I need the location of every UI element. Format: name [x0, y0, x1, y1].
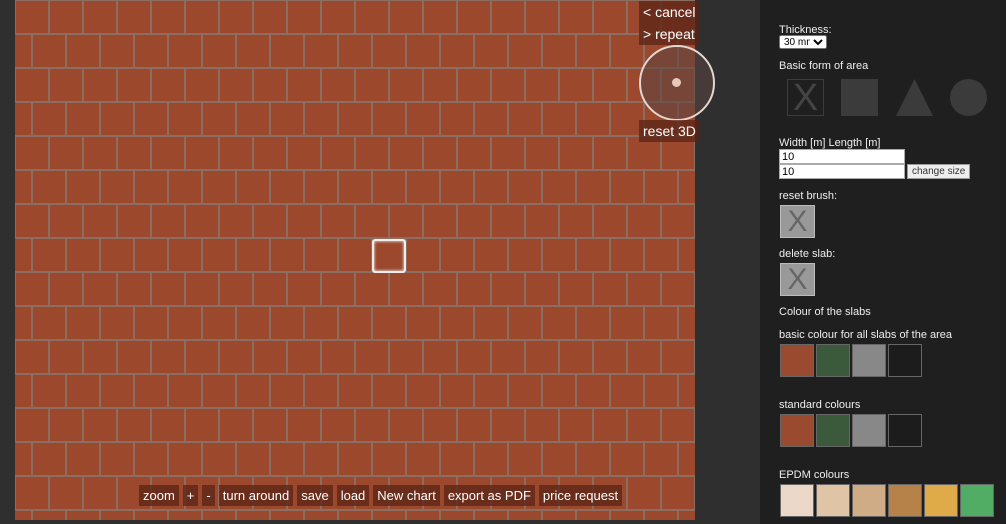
reset-brush-button[interactable]: X — [780, 205, 815, 238]
square-icon[interactable] — [841, 79, 878, 116]
colour-heading: Colour of the slabs — [779, 306, 871, 318]
reset-3d-button[interactable]: reset 3D — [639, 120, 700, 142]
epdm-colour-swatch[interactable] — [816, 484, 850, 517]
form-label: Basic form of area — [779, 60, 869, 72]
width-input[interactable] — [779, 149, 905, 164]
load-button[interactable]: load — [336, 485, 370, 506]
delete-slab-button[interactable]: X — [780, 263, 815, 296]
change-size-button[interactable]: change size — [907, 164, 971, 179]
zoom-button[interactable]: zoom — [139, 485, 179, 506]
epdm-colour-swatch[interactable] — [852, 484, 886, 517]
epdm-colour-swatch[interactable] — [960, 484, 994, 517]
length-input[interactable] — [779, 164, 905, 179]
turn-around-button[interactable]: turn around — [218, 485, 294, 506]
basic-colour-swatch[interactable] — [816, 344, 850, 377]
delete-slab-label: delete slab: — [779, 248, 836, 260]
thickness-select[interactable]: 30 mm — [779, 35, 827, 49]
basic-colour-swatch[interactable] — [780, 344, 814, 377]
standard-colour-swatch[interactable] — [852, 414, 886, 447]
new-chart-button[interactable]: New chart — [373, 485, 440, 506]
standard-colour-swatch[interactable] — [888, 414, 922, 447]
zoom-out-button[interactable]: - — [202, 485, 215, 506]
rotate-3d-joystick[interactable] — [639, 45, 715, 121]
price-request-button[interactable]: price request — [538, 485, 623, 506]
basic-colour-label: basic colour for all slabs of the area — [779, 329, 953, 341]
standard-colour-label: standard colours — [779, 399, 861, 411]
save-button[interactable]: save — [297, 485, 333, 506]
triangle-icon[interactable] — [896, 79, 933, 116]
basic-colour-swatch[interactable] — [852, 344, 886, 377]
joystick-handle[interactable] — [672, 78, 681, 87]
selected-slab[interactable] — [372, 239, 406, 273]
epdm-colour-swatch[interactable] — [888, 484, 922, 517]
cancel-button[interactable]: < cancel — [639, 1, 700, 23]
epdm-colour-label: EPDM colours — [779, 469, 850, 481]
epdm-colour-swatch[interactable] — [780, 484, 814, 517]
circle-icon[interactable] — [950, 79, 987, 116]
epdm-colour-swatch[interactable] — [924, 484, 958, 517]
planner-stage: < cancel > repeat reset 3D zoom + - turn… — [0, 0, 760, 524]
reset-brush-label: reset brush: — [779, 190, 838, 202]
none-shape-icon[interactable]: X — [787, 79, 824, 117]
standard-colour-swatch[interactable] — [780, 414, 814, 447]
bottom-toolbar: zoom + - turn around save load New chart… — [139, 485, 623, 506]
size-label: Width [m] Length [m] — [779, 137, 881, 149]
basic-colour-swatch[interactable] — [888, 344, 922, 377]
repeat-button[interactable]: > repeat — [639, 23, 699, 45]
tile-canvas[interactable] — [15, 0, 695, 520]
zoom-in-button[interactable]: + — [182, 485, 199, 506]
standard-colour-swatch[interactable] — [816, 414, 850, 447]
export-pdf-button[interactable]: export as PDF — [443, 485, 535, 506]
